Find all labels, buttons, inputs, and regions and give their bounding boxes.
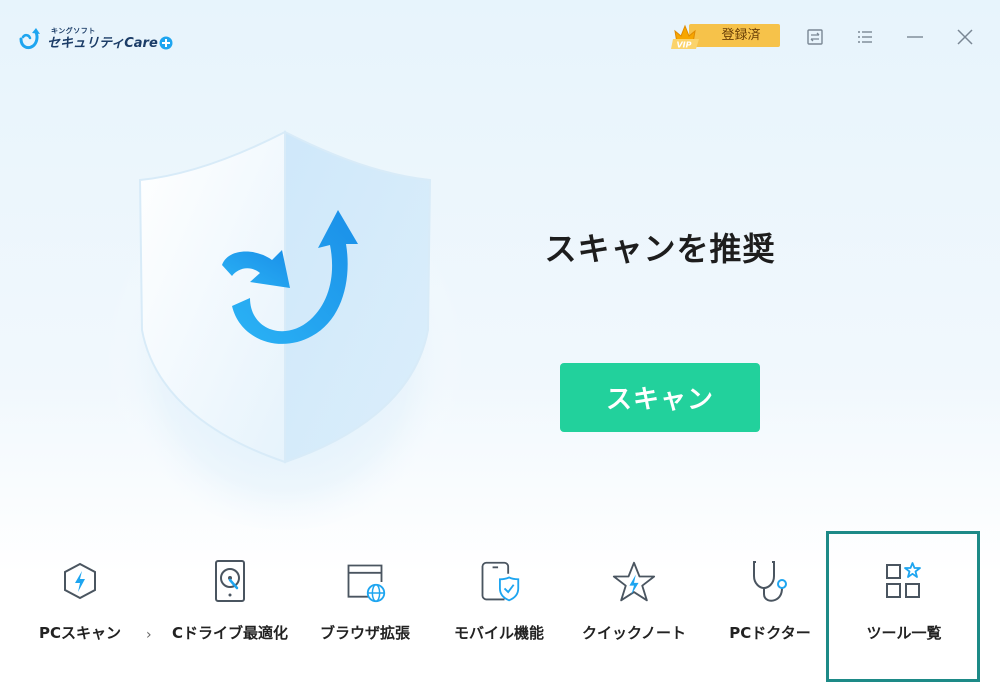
close-button[interactable] bbox=[952, 24, 978, 50]
vip-crown-icon: VIP bbox=[671, 24, 699, 50]
pc-scan-icon bbox=[64, 562, 96, 600]
app-window: キングソフト セキュリティCare 登録済 VIP スキャンを推奨 スキャン P… bbox=[0, 0, 1000, 700]
minimize-button[interactable] bbox=[902, 24, 928, 50]
switch-icon bbox=[807, 29, 823, 45]
tool-c-drive-optimize[interactable]: Cドライブ最適化 bbox=[162, 556, 298, 656]
tool-list-icon bbox=[886, 562, 921, 598]
vip-registered-badge[interactable]: 登録済 VIP bbox=[671, 22, 781, 50]
stethoscope-icon bbox=[753, 561, 787, 602]
mobile-shield-icon bbox=[481, 561, 520, 602]
app-logo: キングソフト セキュリティCare bbox=[18, 24, 173, 54]
tool-browser-extension[interactable]: ブラウザ拡張 bbox=[297, 556, 433, 656]
tool-label: モバイル機能 bbox=[453, 624, 544, 642]
menu-list-icon bbox=[858, 31, 872, 43]
logo-small-text: キングソフト bbox=[51, 27, 96, 35]
tool-label: ブラウザ拡張 bbox=[319, 624, 410, 642]
tool-label: PCドクター bbox=[729, 624, 811, 642]
tool-quick-note[interactable]: クイックノート bbox=[566, 556, 702, 656]
tool-label: ツール一覧 bbox=[866, 624, 942, 642]
chevron-right-icon: › bbox=[146, 627, 152, 643]
menu-button[interactable] bbox=[852, 24, 878, 50]
minimize-icon bbox=[907, 36, 923, 38]
logo-swirl-icon bbox=[19, 28, 40, 50]
tool-pc-scan[interactable]: PCスキャン bbox=[12, 556, 148, 656]
shield-illustration bbox=[105, 130, 465, 530]
vip-label: VIP bbox=[676, 41, 691, 50]
tool-mobile[interactable]: モバイル機能 bbox=[431, 556, 567, 656]
drive-optimize-icon bbox=[215, 560, 245, 602]
switch-button[interactable] bbox=[802, 24, 828, 50]
close-icon bbox=[957, 29, 973, 45]
tool-list[interactable]: ツール一覧 bbox=[836, 556, 972, 656]
vip-status-text: 登録済 bbox=[721, 28, 761, 43]
scan-recommended-heading: スキャンを推奨 bbox=[544, 230, 776, 268]
browser-extension-icon bbox=[347, 564, 386, 603]
scan-button[interactable]: スキャン bbox=[560, 363, 760, 432]
tool-label: Cドライブ最適化 bbox=[171, 624, 288, 642]
logo-plus-icon bbox=[159, 36, 173, 50]
quick-note-star-icon bbox=[612, 561, 656, 602]
tool-label: クイックノート bbox=[581, 624, 687, 642]
tool-pc-doctor[interactable]: PCドクター bbox=[702, 556, 838, 656]
logo-main-text: セキュリティCare bbox=[47, 35, 158, 51]
tool-label: PCスキャン bbox=[38, 624, 121, 642]
